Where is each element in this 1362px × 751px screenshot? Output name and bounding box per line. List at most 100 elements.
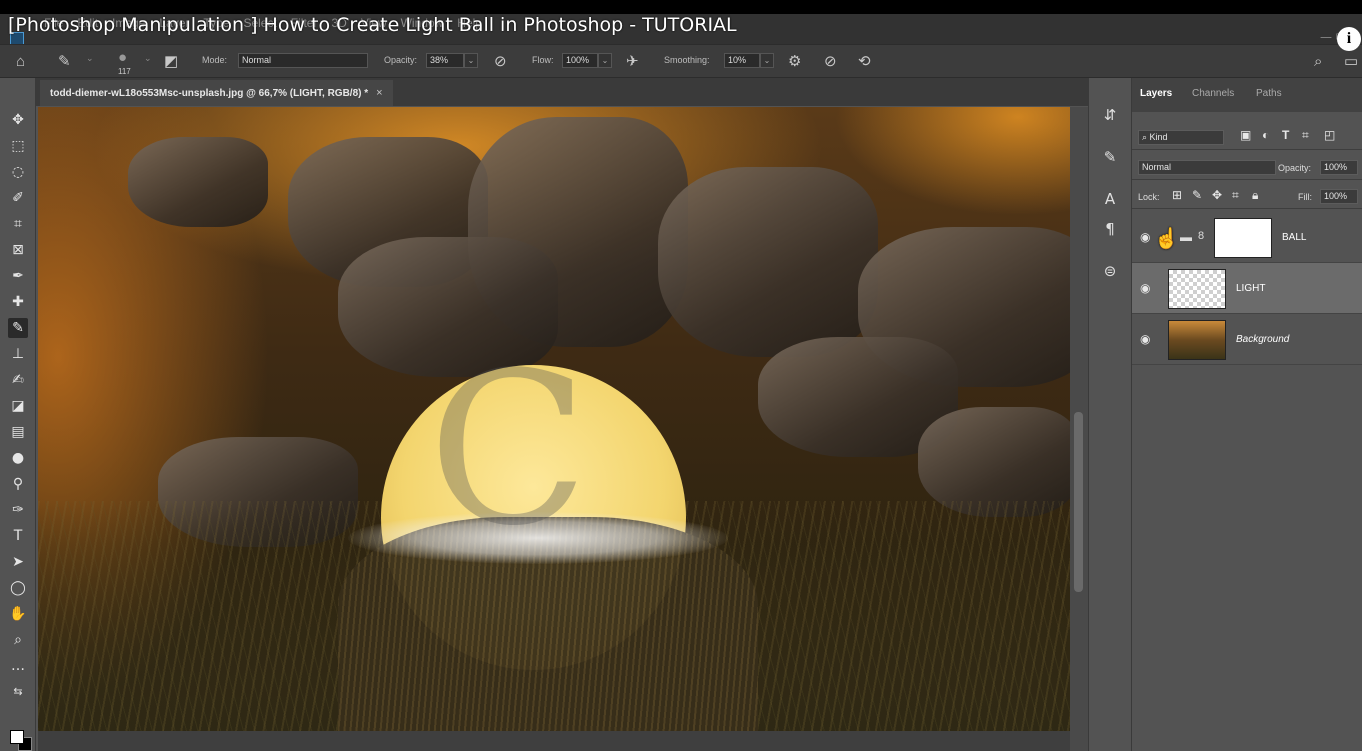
rock [338, 237, 558, 377]
smart-object-filter-icon[interactable]: ◰ [1324, 128, 1335, 142]
info-icon[interactable]: i [1337, 27, 1361, 51]
visibility-eye-icon[interactable]: ◉ [1140, 230, 1150, 244]
search-icon[interactable]: ⌕ [1314, 53, 1322, 71]
libraries-panel-icon[interactable]: ⊜ [1099, 260, 1121, 282]
foreground-color-swatch[interactable] [10, 730, 24, 744]
fill-label: Fill: [1298, 192, 1312, 202]
layer-thumbnail[interactable] [1168, 320, 1226, 360]
image-canvas[interactable]: C [38, 107, 1070, 731]
tab-channels[interactable]: Channels [1192, 88, 1234, 99]
visibility-eye-icon[interactable]: ◉ [1140, 332, 1150, 346]
filter-kind-label: Kind [1149, 132, 1168, 142]
pressure-opacity-icon[interactable]: ⊘ [494, 53, 507, 71]
history-brush-tool-icon[interactable]: ✍ [8, 370, 28, 390]
lock-position-icon[interactable]: ✥ [1212, 188, 1222, 202]
layer-row-light[interactable]: ◉ LIGHT [1132, 263, 1362, 314]
flow-dropdown[interactable]: ⌄ [598, 53, 612, 68]
lock-artboard-icon[interactable]: ⌗ [1232, 188, 1239, 203]
fill-input[interactable]: 100% [1320, 189, 1358, 204]
gradient-tool-icon[interactable]: ▤ [8, 422, 28, 442]
move-tool-icon[interactable]: ✥ [8, 110, 28, 130]
brush-tip-icon[interactable]: ● [118, 49, 127, 67]
options-bar: ⌂ ✎ ⌄ ● 117 ⌄ ◩ Mode: Normal Opacity: 38… [0, 44, 1362, 78]
tab-layers[interactable]: Layers [1140, 88, 1172, 99]
layer-thumbnail[interactable] [1168, 269, 1226, 309]
adjustment-filter-icon[interactable]: ◐ [1262, 128, 1269, 142]
more-tools-icon[interactable]: … [8, 656, 28, 676]
lasso-tool-icon[interactable]: ◌ [8, 162, 28, 182]
opacity-label: Opacity: [1278, 163, 1312, 173]
visibility-eye-icon[interactable]: ◉ [1140, 281, 1150, 295]
image-filter-icon[interactable]: ▣ [1240, 128, 1251, 142]
swap-colors-icon[interactable]: ⇆ [8, 682, 28, 702]
gear-icon[interactable]: ⚙ [788, 53, 801, 71]
close-icon[interactable]: × [376, 87, 382, 99]
history-panel-icon[interactable]: ⇵ [1099, 104, 1121, 126]
smoothing-input[interactable]: 10% [724, 53, 760, 68]
airbrush-icon[interactable]: ✈ [626, 53, 639, 71]
document-tab-bar: todd-diemer-wL18o553Msc-unsplash.jpg @ 6… [36, 78, 1088, 106]
document-tab-title: todd-diemer-wL18o553Msc-unsplash.jpg @ 6… [50, 87, 369, 99]
blur-tool-icon[interactable]: ● [8, 448, 28, 468]
document-tab[interactable]: todd-diemer-wL18o553Msc-unsplash.jpg @ 6… [40, 80, 393, 106]
crop-tool-icon[interactable]: ⌗ [8, 214, 28, 234]
layers-panel: Layers Channels Paths ⌕ Kind ▣ ◐ T ⌗ ◰ N… [1131, 78, 1362, 751]
character-panel-icon[interactable]: A [1099, 188, 1121, 210]
folder-icon: ▬ [1180, 230, 1192, 244]
home-icon[interactable]: ⌂ [16, 53, 25, 71]
link-icon: 8 [1198, 230, 1205, 242]
vertical-scrollbar[interactable] [1070, 107, 1088, 751]
healing-brush-tool-icon[interactable]: ✚ [8, 292, 28, 312]
frame-tool-icon[interactable]: ⊠ [8, 240, 28, 260]
shape-filter-icon[interactable]: ⌗ [1302, 128, 1309, 143]
scrollbar-thumb[interactable] [1074, 412, 1083, 592]
type-filter-icon[interactable]: T [1282, 128, 1289, 142]
brush-panel-icon[interactable]: ✎ [1099, 146, 1121, 168]
rock [128, 137, 268, 227]
opacity-dropdown[interactable]: ⌄ [464, 53, 478, 68]
ellipse-tool-icon[interactable]: ◯ [8, 578, 28, 598]
brush-preset-icon[interactable]: ✎ [58, 53, 71, 71]
tab-paths[interactable]: Paths [1256, 88, 1282, 99]
paragraph-panel-icon[interactable]: ¶ [1099, 218, 1121, 240]
panel-icon-strip: ⇵ ✎ A ¶ ⊜ [1088, 78, 1130, 751]
brush-settings-icon[interactable]: ◩ [164, 53, 178, 71]
zoom-tool-icon[interactable]: ⌕ [8, 630, 28, 650]
type-tool-icon[interactable]: T [8, 526, 28, 546]
brush-tool-icon[interactable]: ✎ [8, 318, 28, 338]
layer-row-ball[interactable]: ◉ ☝ ▬ 8 BALL [1132, 212, 1362, 263]
blend-mode-select[interactable]: Normal [1138, 160, 1276, 175]
lock-all-icon[interactable]: 🔒︎ [1252, 188, 1258, 203]
tools-panel: ✥ ⬚ ◌ ✐ ⌗ ⊠ ✒ ✚ ✎ ⊥ ✍ ◪ ▤ ● ⚲ ✑ T ➤ ◯ ✋ … [0, 78, 36, 751]
dodge-tool-icon[interactable]: ⚲ [8, 474, 28, 494]
layer-row-background[interactable]: ◉ Background [1132, 314, 1362, 365]
smoothing-label: Smoothing: [664, 55, 710, 65]
hand-tool-icon[interactable]: ✋ [8, 604, 28, 624]
chevron-down-icon[interactable]: ⌄ [144, 53, 152, 64]
layer-opacity-input[interactable]: 100% [1320, 160, 1358, 175]
mode-label: Mode: [202, 55, 228, 65]
symmetry-icon[interactable]: ⟲ [858, 53, 871, 71]
pressure-size-icon[interactable]: ⊘ [824, 53, 837, 71]
workspace-icon[interactable]: ▭ [1344, 53, 1358, 71]
lock-label: Lock: [1138, 192, 1160, 202]
ball-glow [348, 512, 728, 564]
flow-input[interactable]: 100% [562, 53, 598, 68]
marquee-tool-icon[interactable]: ⬚ [8, 136, 28, 156]
eyedropper-tool-icon[interactable]: ✒ [8, 266, 28, 286]
chevron-down-icon[interactable]: ⌄ [86, 53, 94, 64]
lock-pixels-icon[interactable]: ✎ [1192, 188, 1202, 202]
mode-select[interactable]: Normal [238, 53, 368, 68]
eraser-tool-icon[interactable]: ◪ [8, 396, 28, 416]
video-title: [Photoshop Manipulation ] How to Create … [8, 14, 737, 36]
lock-transparency-icon[interactable]: ⊞ [1172, 188, 1182, 202]
opacity-input[interactable]: 38% [426, 53, 464, 68]
path-selection-tool-icon[interactable]: ➤ [8, 552, 28, 572]
quick-select-tool-icon[interactable]: ✐ [8, 188, 28, 208]
layer-name: Background [1236, 334, 1290, 345]
smoothing-dropdown[interactable]: ⌄ [760, 53, 774, 68]
pen-tool-icon[interactable]: ✑ [8, 500, 28, 520]
layer-mask-thumbnail[interactable] [1214, 218, 1272, 258]
layer-filter-select[interactable]: ⌕ Kind [1138, 130, 1224, 145]
clone-stamp-tool-icon[interactable]: ⊥ [8, 344, 28, 364]
